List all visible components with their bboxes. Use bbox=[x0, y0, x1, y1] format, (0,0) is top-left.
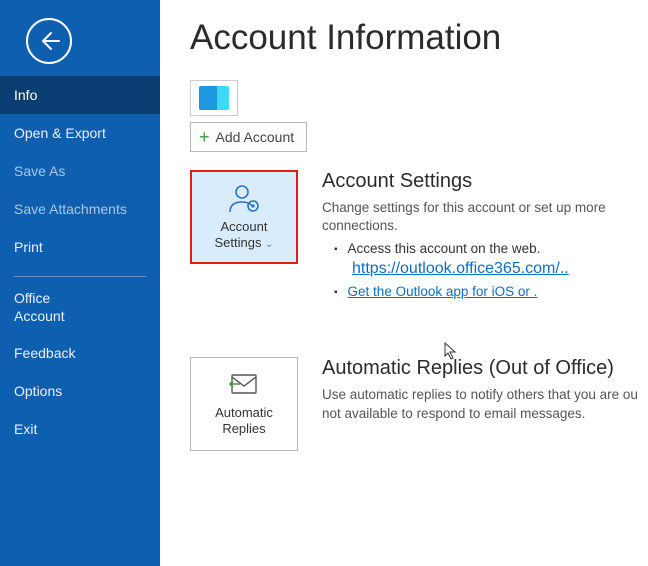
button-label-line1: Account bbox=[221, 219, 268, 234]
back-button[interactable] bbox=[26, 18, 72, 64]
bullet-text: Access this account on the web. bbox=[348, 241, 541, 256]
section-heading: Account Settings bbox=[322, 170, 642, 193]
button-label-line2: Settings bbox=[215, 235, 262, 250]
main-panel: Account Information + Add Account Accoun… bbox=[160, 0, 648, 566]
backstage-sidebar: Info Open & Export Save As Save Attachme… bbox=[0, 0, 160, 566]
account-settings-button[interactable]: Account Settings ⌄ bbox=[190, 170, 298, 264]
account-icon[interactable] bbox=[190, 80, 238, 116]
sidebar-item-save-as[interactable]: Save As bbox=[0, 152, 160, 190]
sidebar-item-label: Exit bbox=[14, 421, 37, 437]
sidebar-item-label: Print bbox=[14, 239, 43, 255]
section-heading: Automatic Replies (Out of Office) bbox=[322, 357, 642, 380]
sidebar-item-label: Save Attachments bbox=[14, 201, 127, 217]
person-gear-icon bbox=[226, 183, 262, 213]
sidebar-item-save-attachments[interactable]: Save Attachments bbox=[0, 190, 160, 228]
outlook-app-link[interactable]: Get the Outlook app for iOS or . bbox=[348, 284, 538, 299]
sidebar-item-office-account[interactable]: Office Account bbox=[0, 281, 160, 334]
auto-replies-text: Automatic Replies (Out of Office) Use au… bbox=[322, 357, 648, 451]
sidebar-item-label: Office Account bbox=[14, 290, 65, 324]
account-settings-section: Account Settings ⌄ Account Settings Chan… bbox=[190, 170, 648, 303]
auto-reply-icon bbox=[228, 371, 260, 399]
add-account-button[interactable]: + Add Account bbox=[190, 122, 307, 152]
plus-icon: + bbox=[199, 128, 210, 146]
page-title: Account Information bbox=[190, 18, 648, 58]
sidebar-item-options[interactable]: Options bbox=[0, 372, 160, 410]
list-item: Get the Outlook app for iOS or . bbox=[322, 284, 642, 299]
section-description: Change settings for this account or set … bbox=[322, 199, 642, 235]
button-label-line2: Replies bbox=[222, 421, 265, 436]
sidebar-item-exit[interactable]: Exit bbox=[0, 410, 160, 448]
exchange-icon bbox=[199, 86, 229, 110]
list-item: Access this account on the web. bbox=[322, 241, 642, 256]
sidebar-item-label: Open & Export bbox=[14, 125, 106, 141]
button-label-line1: Automatic bbox=[215, 405, 273, 420]
sidebar-divider bbox=[14, 276, 146, 277]
sidebar-item-label: Feedback bbox=[14, 345, 75, 361]
back-arrow-icon bbox=[37, 29, 61, 53]
chevron-down-icon: ⌄ bbox=[265, 239, 273, 250]
sidebar-item-feedback[interactable]: Feedback bbox=[0, 334, 160, 372]
section-description: Use automatic replies to notify others t… bbox=[322, 386, 642, 422]
sidebar-item-info[interactable]: Info bbox=[0, 76, 160, 114]
sidebar-item-print[interactable]: Print bbox=[0, 228, 160, 266]
owa-link[interactable]: https://outlook.office365.com/.. bbox=[352, 260, 569, 277]
sidebar-item-label: Options bbox=[14, 383, 62, 399]
sidebar-item-label: Info bbox=[14, 87, 37, 103]
auto-replies-section: Automatic Replies Automatic Replies (Out… bbox=[190, 357, 648, 451]
add-account-label: Add Account bbox=[216, 129, 295, 145]
sidebar-item-label: Save As bbox=[14, 163, 65, 179]
sidebar-item-open-export[interactable]: Open & Export bbox=[0, 114, 160, 152]
account-selector-row bbox=[190, 80, 648, 116]
account-settings-text: Account Settings Change settings for thi… bbox=[322, 170, 648, 303]
automatic-replies-button[interactable]: Automatic Replies bbox=[190, 357, 298, 451]
